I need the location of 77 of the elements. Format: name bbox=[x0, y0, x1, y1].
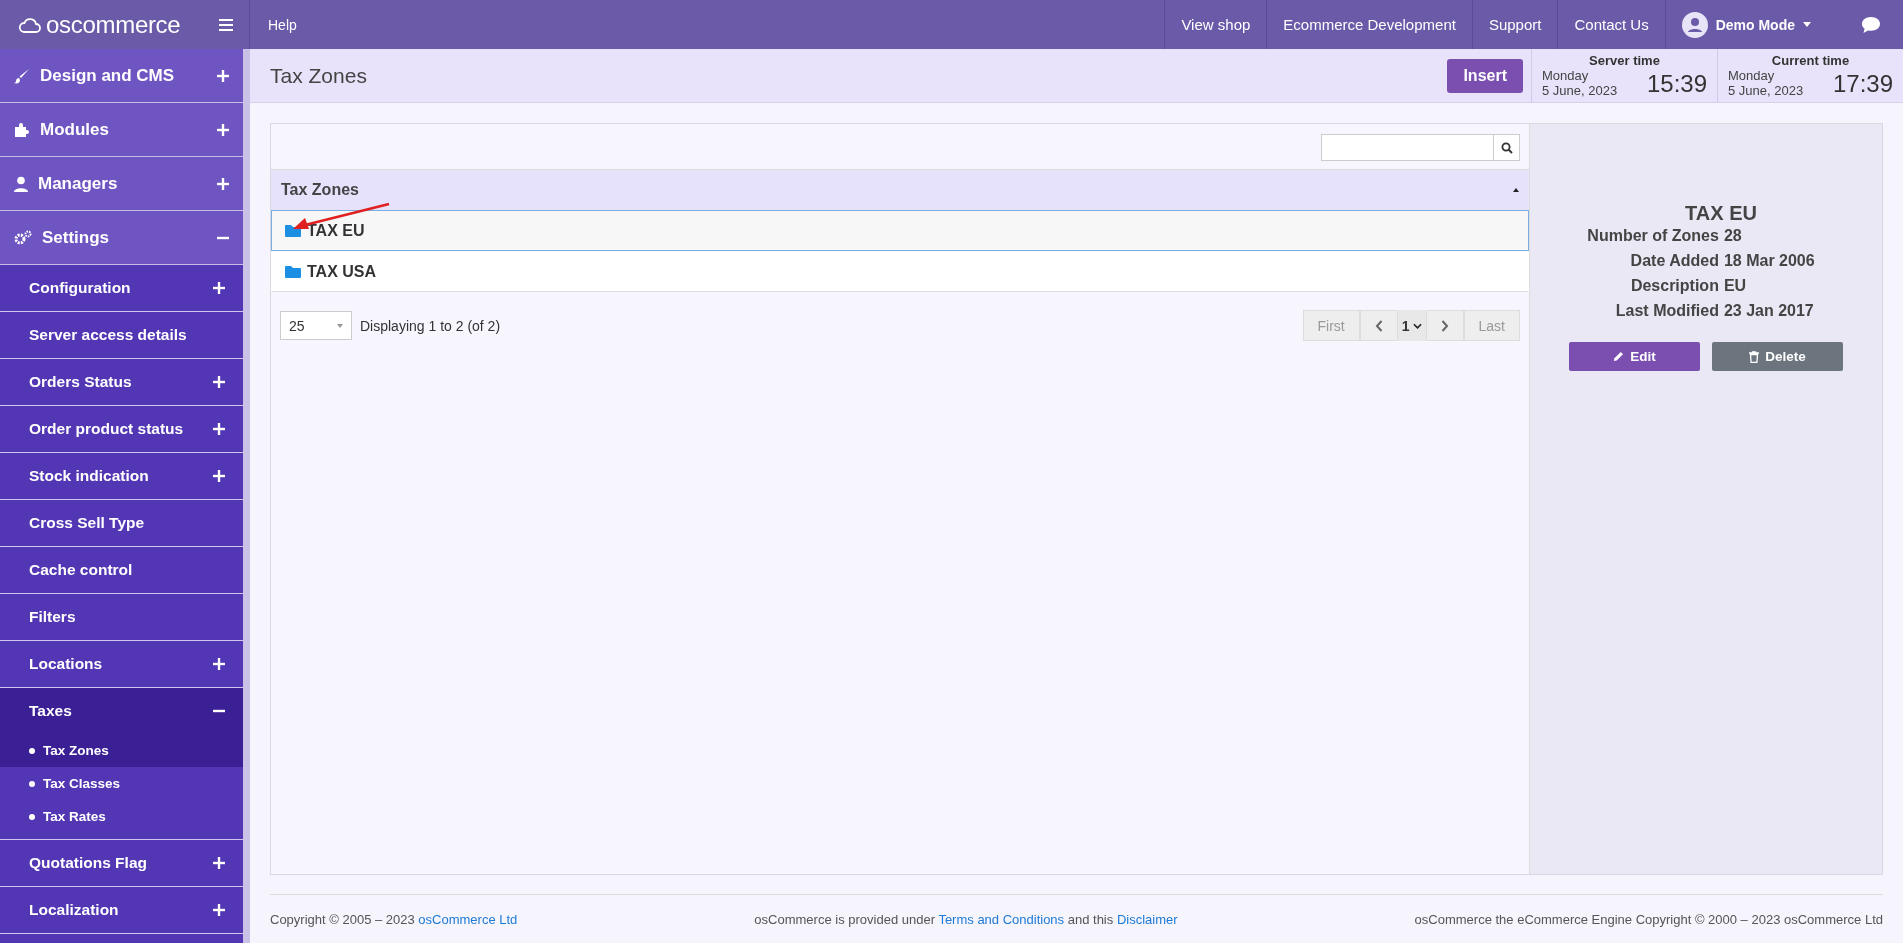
clock-day: Monday bbox=[1542, 68, 1618, 83]
user-icon bbox=[14, 175, 28, 192]
clock-label: Server time bbox=[1588, 53, 1661, 68]
clock-time: 15:39 bbox=[1646, 70, 1707, 98]
next-page-button[interactable] bbox=[1425, 310, 1464, 341]
sort-arrow-icon[interactable] bbox=[1513, 188, 1519, 192]
plus-icon bbox=[213, 376, 225, 388]
resize-handle[interactable] bbox=[243, 49, 250, 943]
plus-icon bbox=[213, 904, 225, 916]
page-title: Tax Zones bbox=[270, 63, 368, 88]
brush-icon bbox=[14, 67, 30, 84]
sidebar-subitem-link[interactable]: Tax Zones bbox=[0, 734, 243, 767]
detail-value: 18 Mar 2006 bbox=[1723, 252, 1815, 270]
clock-day: Monday bbox=[1728, 68, 1804, 83]
detail-label: Date Added bbox=[1629, 252, 1719, 270]
clock-date: 5 June, 2023 bbox=[1728, 83, 1804, 98]
insert-button[interactable]: Insert bbox=[1447, 58, 1523, 93]
puzzle-icon bbox=[14, 121, 30, 138]
logo-text[interactable]: oscommerce bbox=[46, 10, 181, 39]
help-link[interactable]: Help bbox=[250, 16, 297, 33]
detail-label: Number of Zones bbox=[1587, 227, 1719, 245]
engine-copyright-text: osCommerce the eCommerce Engine Copyright © 2000 – 2023 osCommerce Ltd bbox=[1414, 911, 1883, 927]
plus-icon bbox=[213, 658, 225, 670]
sidebar-item[interactable]: Modules bbox=[0, 103, 243, 157]
disclaimer-link[interactable]: Disclaimer bbox=[1116, 911, 1178, 927]
copyright-text: Copyright © 2005 – 2023 osCommerce Ltd bbox=[270, 911, 518, 927]
edit-button[interactable]: Edit bbox=[1569, 342, 1700, 371]
caret-icon bbox=[1803, 22, 1811, 27]
displaying-summary: Displaying 1 to 2 (of 2) bbox=[360, 317, 501, 334]
clock-label: Current time bbox=[1770, 53, 1851, 68]
detail-label: Last Modified bbox=[1614, 302, 1719, 320]
details-title: TAX EU bbox=[1685, 202, 1757, 225]
clock-date: 5 June, 2023 bbox=[1542, 83, 1618, 98]
menu-icon[interactable] bbox=[219, 18, 233, 31]
search-icon bbox=[1500, 141, 1513, 154]
search-button[interactable] bbox=[1494, 134, 1520, 161]
clock-time: 17:39 bbox=[1832, 70, 1893, 98]
pencil-icon bbox=[1613, 351, 1625, 362]
plus-icon bbox=[217, 177, 229, 190]
chat-icon[interactable] bbox=[1861, 15, 1881, 34]
plus-icon bbox=[213, 470, 225, 482]
sidebar-subitem[interactable]: Taxes bbox=[0, 688, 243, 734]
plus-icon bbox=[213, 857, 225, 869]
plus-icon bbox=[213, 282, 225, 294]
sidebar-subitem-link[interactable]: Tax Classes bbox=[0, 767, 243, 800]
detail-value: 23 Jan 2017 bbox=[1723, 302, 1815, 320]
previous-page-button[interactable] bbox=[1359, 310, 1398, 341]
terms-link[interactable]: Terms and Conditions bbox=[938, 911, 1065, 927]
folder-icon bbox=[285, 265, 301, 278]
sidebar-item[interactable]: Design and CMS bbox=[0, 49, 243, 103]
zone-name: TAX USA bbox=[307, 262, 377, 281]
sidebar-item[interactable]: Settings bbox=[0, 211, 243, 265]
chevron-down-icon bbox=[1412, 322, 1422, 329]
search-field[interactable] bbox=[1321, 134, 1494, 161]
table-row[interactable]: TAX EU bbox=[271, 210, 1529, 251]
license-notice: osCommerce is provided under Terms and Conditions and this Disclaimer bbox=[754, 911, 1178, 927]
detail-value: 28 bbox=[1723, 227, 1743, 245]
user-avatar-icon bbox=[1681, 11, 1708, 38]
plus-icon bbox=[217, 123, 229, 136]
gears-icon bbox=[14, 229, 32, 246]
per-page-select[interactable]: 25 bbox=[280, 311, 352, 340]
company-link[interactable]: osCommerce Ltd bbox=[418, 911, 518, 927]
zone-name: TAX EU bbox=[307, 221, 365, 240]
trash-icon bbox=[1749, 350, 1760, 363]
page-select[interactable]: 1 bbox=[1397, 310, 1426, 341]
sidebar-subitem-link[interactable]: Tax Rates bbox=[0, 800, 243, 833]
chevron-left-icon bbox=[1374, 319, 1383, 332]
caret-icon bbox=[337, 323, 343, 328]
detail-label: Description bbox=[1629, 277, 1719, 295]
plus-icon bbox=[217, 69, 229, 82]
delete-button[interactable]: Delete bbox=[1712, 342, 1843, 371]
column-header[interactable]: Tax Zones bbox=[281, 181, 359, 199]
table-row[interactable]: TAX USA bbox=[271, 251, 1529, 292]
detail-value: EU bbox=[1723, 277, 1748, 295]
sidebar-item[interactable]: Managers bbox=[0, 157, 243, 211]
plus-icon bbox=[213, 423, 225, 435]
chevron-right-icon bbox=[1440, 319, 1449, 332]
